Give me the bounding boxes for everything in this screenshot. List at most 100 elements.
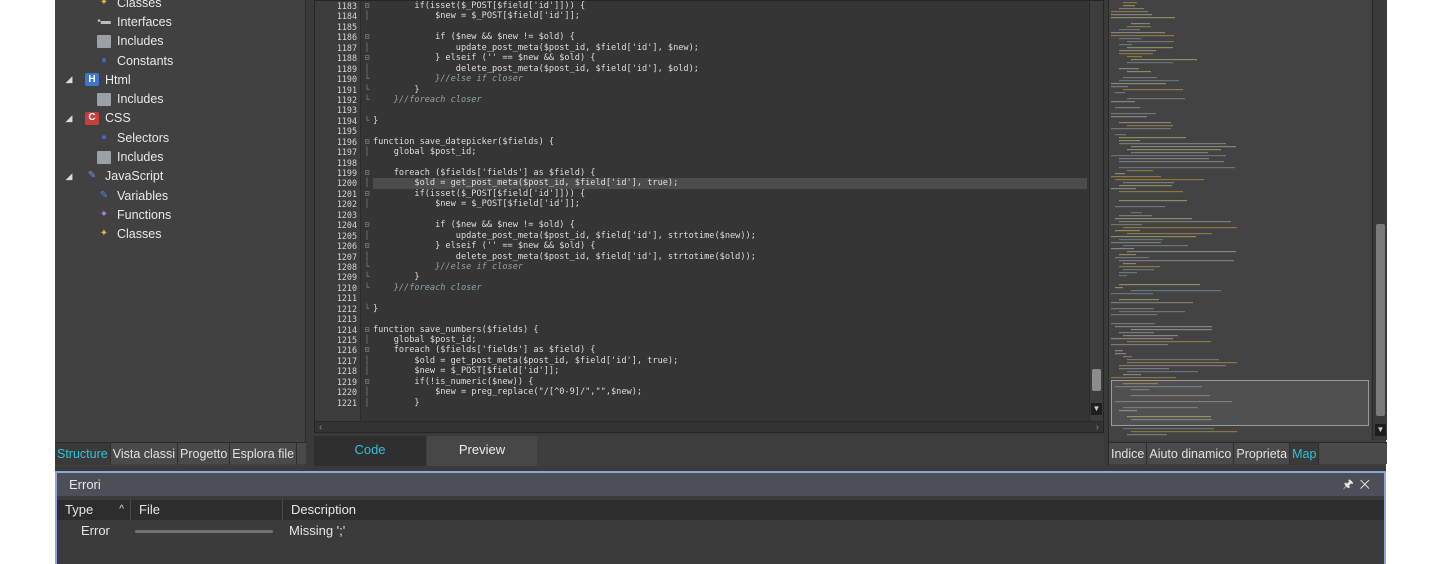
fold-marker[interactable]: │ (362, 387, 372, 397)
tab-code[interactable]: Code (314, 436, 426, 466)
tab-indice[interactable]: Indice (1109, 443, 1148, 465)
fold-marker[interactable]: └ (362, 262, 372, 272)
fold-marker[interactable]: │ (362, 356, 372, 366)
code-line[interactable] (373, 210, 1087, 220)
fold-marker[interactable]: │ (362, 147, 372, 157)
code-line[interactable]: foreach ($fields['fields'] as $field) { (373, 345, 1087, 355)
tab-progetto[interactable]: Progetto (178, 443, 231, 465)
fold-marker[interactable]: ⊟ (362, 137, 372, 147)
tab-esplora-file[interactable]: Esplora file (230, 443, 298, 465)
tab-structure[interactable]: Structure (55, 443, 111, 465)
tree-item[interactable]: Includes (55, 89, 306, 108)
code-line[interactable]: $new = $_POST[$field['id']]; (373, 11, 1087, 21)
code-line[interactable]: $old = get_post_meta($post_id, $field['i… (373, 356, 1087, 366)
tree-item[interactable]: ✎ Variables (55, 186, 306, 205)
code-line[interactable]: if ($new && $new != $old) { (373, 220, 1087, 230)
fold-marker[interactable] (362, 22, 372, 32)
code-line[interactable] (373, 158, 1087, 168)
sort-arrow-icon[interactable]: ^ (119, 500, 124, 520)
code-line[interactable]: update_post_meta($post_id, $field['id'],… (373, 43, 1087, 53)
code-line[interactable]: global $post_id; (373, 147, 1087, 157)
fold-marker[interactable]: └ (362, 116, 372, 126)
code-line[interactable]: }//else if closer (373, 262, 1087, 272)
column-description[interactable]: Description (283, 500, 1384, 520)
code-line[interactable]: $old = get_post_meta($post_id, $field['i… (373, 178, 1087, 189)
tab-proprieta[interactable]: Proprieta (1234, 443, 1291, 465)
editor-horizontal-scrollbar[interactable]: ‹ › (315, 421, 1103, 432)
fold-marker[interactable]: ⊟ (362, 345, 372, 355)
code-line[interactable]: $new = preg_replace("/[^0-9]/","",$new); (373, 387, 1087, 397)
fold-marker[interactable]: │ (362, 231, 372, 241)
code-line[interactable]: if(!is_numeric($new)) { (373, 377, 1087, 387)
code-line[interactable]: $new = $_POST[$field['id']]; (373, 366, 1087, 376)
fold-marker[interactable]: ⊟ (362, 377, 372, 387)
tab-aiuto-dinamico[interactable]: Aiuto dinamico (1147, 443, 1235, 465)
code-area[interactable]: if(isset($_POST[$field['id']])) { $new =… (373, 1, 1087, 408)
scroll-down-icon[interactable]: ▼ (1091, 403, 1102, 415)
code-line[interactable]: }//foreach closer (373, 283, 1087, 293)
fold-margin[interactable]: ⊟ │ ⊟ │ ⊟ │ └ └ └ └ ⊟ │ ⊟ │ ⊟ │ ⊟ │ ⊟ │ └ └ └ └ ⊟ │ ⊟ │ │ ⊟ │ │ (362, 1, 372, 408)
column-file[interactable]: File (131, 500, 283, 520)
fold-marker[interactable]: ⊟ (362, 241, 372, 251)
fold-marker[interactable]: ⊟ (362, 189, 372, 199)
fold-marker[interactable]: ⊟ (362, 220, 372, 230)
fold-marker[interactable] (362, 210, 372, 220)
pin-icon[interactable]: 🖈 (1343, 477, 1360, 491)
minimap-viewport[interactable] (1111, 380, 1369, 426)
fold-marker[interactable]: ⊟ (362, 53, 372, 63)
fold-marker[interactable] (362, 158, 372, 168)
code-line[interactable]: } (373, 116, 1087, 126)
scroll-down-icon[interactable]: ▼ (1375, 424, 1386, 436)
code-line[interactable]: $new = $_POST[$field['id']]; (373, 199, 1087, 209)
panel-controls[interactable]: 🖈✕ (1343, 473, 1376, 496)
expand-arrow-icon[interactable]: ◢ (63, 113, 75, 124)
code-line[interactable]: }//else if closer (373, 74, 1087, 84)
code-line[interactable]: function save_datepicker($fields) { (373, 137, 1087, 147)
fold-marker[interactable]: ⊟ (362, 168, 372, 178)
fold-marker[interactable]: │ (362, 366, 372, 376)
expand-arrow-icon[interactable]: ◢ (63, 74, 75, 85)
tab-vista-classi[interactable]: Vista classi (111, 443, 179, 465)
fold-marker[interactable]: │ (362, 398, 372, 408)
fold-marker[interactable]: ⊟ (362, 325, 372, 335)
code-editor[interactable]: 1183 1184 1185 1186 1187 1188 1189 1190 1191 1192… (314, 0, 1104, 433)
code-line[interactable] (373, 126, 1087, 136)
tree-item[interactable]: •▬ Interfaces (55, 12, 306, 31)
fold-marker[interactable]: │ (362, 178, 372, 188)
tree-item[interactable]: ✦ Classes (55, 225, 306, 244)
code-line[interactable]: } (373, 85, 1087, 95)
fold-marker[interactable]: │ (362, 64, 372, 74)
fold-marker[interactable]: │ (362, 252, 372, 262)
code-minimap[interactable] (1109, 0, 1371, 440)
code-line[interactable]: } elseif ('' == $new && $old) { (373, 241, 1087, 251)
fold-marker[interactable]: └ (362, 304, 372, 314)
tab-map[interactable]: Map (1290, 443, 1320, 465)
fold-marker[interactable]: ⊟ (362, 32, 372, 42)
code-line[interactable]: } (373, 304, 1087, 314)
code-line[interactable] (373, 293, 1087, 303)
code-line[interactable] (373, 105, 1087, 115)
editor-scroll-thumb[interactable] (1092, 369, 1101, 391)
fold-marker[interactable] (362, 314, 372, 324)
scroll-right-icon[interactable]: › (1096, 422, 1099, 432)
fold-marker[interactable]: └ (362, 74, 372, 84)
tree-item[interactable]: ● Selectors (55, 128, 306, 147)
tree-item[interactable]: Includes (55, 147, 306, 166)
tree-item[interactable]: ◢ ✎ JavaScript (55, 167, 306, 186)
map-scrollbar[interactable]: ▼ (1372, 0, 1387, 440)
fold-marker[interactable] (362, 105, 372, 115)
code-line[interactable]: if(isset($_POST[$field['id']])) { (373, 1, 1087, 11)
code-line[interactable]: }//foreach closer (373, 95, 1087, 105)
editor-vertical-scrollbar[interactable]: ▼ (1089, 1, 1103, 421)
expand-arrow-icon[interactable]: ◢ (63, 171, 75, 182)
code-line[interactable] (373, 314, 1087, 324)
tree-item[interactable]: ✦ Functions (55, 205, 306, 224)
tree-item[interactable]: Includes (55, 32, 306, 51)
column-type[interactable]: Type ^ (57, 500, 131, 520)
fold-marker[interactable] (362, 293, 372, 303)
fold-marker[interactable]: └ (362, 85, 372, 95)
table-row[interactable]: Error Missing ';' (57, 521, 1384, 541)
fold-marker[interactable]: │ (362, 335, 372, 345)
scroll-left-icon[interactable]: ‹ (319, 422, 322, 432)
fold-marker[interactable]: │ (362, 11, 372, 21)
